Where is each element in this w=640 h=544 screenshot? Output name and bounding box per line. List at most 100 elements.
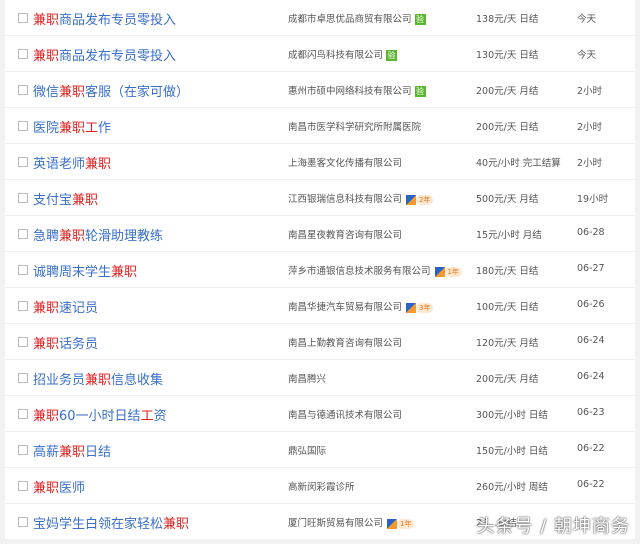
row-checkbox[interactable] <box>18 301 28 311</box>
company-text[interactable]: 南昌市医学科学研究所附属医院 <box>288 122 421 133</box>
post-time: 06-26 <box>577 299 605 310</box>
company-name: 南昌华捷汽车贸易有限公司 3年 <box>288 299 434 313</box>
row-checkbox[interactable] <box>18 517 28 527</box>
job-title-link[interactable]: 英语老师兼职 <box>33 153 111 172</box>
post-time: 19小时 <box>577 194 609 205</box>
company-text[interactable]: 萍乡市通银信息技术服务有限公司 <box>288 266 431 277</box>
row-checkbox[interactable] <box>18 481 28 491</box>
company-text[interactable]: 上海墨客文化传播有限公司 <box>288 158 402 169</box>
row-checkbox[interactable] <box>18 85 28 95</box>
company-name: 南昌腾兴 <box>288 371 326 385</box>
membership-years-badge: 1年 <box>434 266 462 277</box>
title-text: 微信 <box>33 85 60 100</box>
table-row: 英语老师兼职 上海墨客文化传播有限公司 40元/小时 完工结算 2小时 <box>5 144 635 179</box>
job-title-link[interactable]: 宝妈学生白领在家轻松兼职 <box>33 513 189 532</box>
row-checkbox[interactable] <box>18 373 28 383</box>
salary: 150元/小时 日结 <box>476 446 548 457</box>
job-title-link[interactable]: 兼职速记员 <box>33 297 98 316</box>
company-text[interactable]: 南昌华捷汽车贸易有限公司 <box>288 302 402 313</box>
company-text[interactable]: 鼎弘国际 <box>288 446 326 457</box>
membership-years-badge: 2年 <box>406 194 434 205</box>
table-row: 兼职医师 高新闵彩霞诊所 260元/小时 周结 06-22 <box>5 468 635 503</box>
job-title-link[interactable]: 支付宝兼职 <box>33 189 98 208</box>
job-title-link[interactable]: 微信兼职客服（在家可做） <box>33 81 189 100</box>
company-name: 厦门旺斯贸易有限公司 1年 <box>288 515 415 529</box>
membership-years: 3年 <box>416 302 434 313</box>
company-text[interactable]: 高新闵彩霞诊所 <box>288 482 355 493</box>
company-text[interactable]: 南昌与德通讯技术有限公司 <box>288 410 402 421</box>
job-title-link[interactable]: 兼职60一小时日结工资 <box>33 405 167 424</box>
title-text: 日结 <box>85 445 112 460</box>
membership-years-badge: 1年 <box>387 518 415 529</box>
salary: 500元/天 月结 <box>476 194 539 205</box>
table-row: 微信兼职客服（在家可做） 惠州市硕中网络科技有限公司验 200元/天 月结 2小时 <box>5 72 635 107</box>
table-row: 高薪兼职日结 鼎弘国际 150元/小时 日结 06-22 <box>5 432 635 467</box>
row-checkbox[interactable] <box>18 409 28 419</box>
job-title-link[interactable]: 诚聘周末学生兼职 <box>33 261 137 280</box>
job-title-link[interactable]: 兼职话务员 <box>33 333 98 352</box>
title-text: 商品发布专员零投入 <box>59 49 177 64</box>
table-row: 兼职速记员 南昌华捷汽车贸易有限公司 3年 100元/天 日结 06-26 <box>5 288 635 323</box>
keyword-highlight: 工 <box>140 409 154 424</box>
post-time: 2小时 <box>577 158 603 169</box>
salary: 200元/天 日结 <box>476 122 539 133</box>
keyword-highlight: 兼职 <box>85 157 112 172</box>
company-text[interactable]: 南昌星夜教育咨询有限公司 <box>288 230 402 241</box>
verified-badge-icon: 验 <box>414 86 426 97</box>
post-time: 06-27 <box>577 263 605 274</box>
company-text[interactable]: 南昌腾兴 <box>288 374 326 385</box>
keyword-highlight: 兼职 <box>33 481 60 496</box>
title-text: 支付宝 <box>33 193 73 208</box>
row-checkbox[interactable] <box>18 157 28 167</box>
table-row: 兼职话务员 南昌上勤教育咨询有限公司 120元/天 月结 06-24 <box>5 324 635 359</box>
job-title-link[interactable]: 招业务员兼职信息收集 <box>33 369 163 388</box>
keyword-highlight: 兼职 <box>72 193 99 208</box>
company-name: 成都闪鸟科技有限公司验 <box>288 47 398 61</box>
row-checkbox[interactable] <box>18 265 28 275</box>
membership-icon <box>406 194 417 205</box>
job-list: 兼职商品发布专员零投入 成都市卓思优品商贸有限公司验 138元/天 日结 今天 兼职商品… <box>5 0 635 540</box>
title-text: 60一小时日结 <box>59 409 141 424</box>
company-text[interactable]: 厦门旺斯贸易有限公司 <box>288 518 383 529</box>
post-time: 2小时 <box>577 122 603 133</box>
membership-icon <box>434 266 445 277</box>
membership-icon <box>406 302 417 313</box>
post-time: 今天 <box>577 50 597 61</box>
row-checkbox[interactable] <box>18 49 28 59</box>
job-title-link[interactable]: 高薪兼职日结 <box>33 441 111 460</box>
job-title-link[interactable]: 兼职商品发布专员零投入 <box>33 9 176 28</box>
table-row: 兼职商品发布专员零投入 成都市卓思优品商贸有限公司验 138元/天 日结 今天 <box>5 0 635 35</box>
row-checkbox[interactable] <box>18 229 28 239</box>
title-text: 医院 <box>33 121 60 136</box>
salary: 200元/天 月结 <box>476 86 539 97</box>
verified-badge-icon: 验 <box>414 14 426 25</box>
company-text[interactable]: 惠州市硕中网络科技有限公司 <box>288 86 412 97</box>
company-text[interactable]: 成都闪鸟科技有限公司 <box>288 50 383 61</box>
company-text[interactable]: 南昌上勤教育咨询有限公司 <box>288 338 402 349</box>
job-title-link[interactable]: 兼职医师 <box>33 477 85 496</box>
row-checkbox[interactable] <box>18 337 28 347</box>
keyword-highlight: 兼职 <box>111 265 138 280</box>
keyword-highlight: 兼职 <box>163 517 190 532</box>
title-text: 急聘 <box>33 229 60 244</box>
company-name: 南昌星夜教育咨询有限公司 <box>288 227 402 241</box>
verified-badge-icon: 验 <box>386 50 398 61</box>
row-checkbox[interactable] <box>18 193 28 203</box>
keyword-highlight: 兼职 <box>59 229 86 244</box>
job-title-link[interactable]: 兼职商品发布专员零投入 <box>33 45 176 64</box>
row-checkbox[interactable] <box>18 445 28 455</box>
title-text: 话务员 <box>59 337 99 352</box>
keyword-highlight: 兼职 <box>33 13 60 28</box>
company-text[interactable]: 江西银瑞信息科技有限公司 <box>288 194 402 205</box>
job-title-link[interactable]: 急聘兼职轮滑助理教练 <box>33 225 163 244</box>
table-row: 医院兼职工作 南昌市医学科学研究所附属医院 200元/天 日结 2小时 <box>5 108 635 143</box>
job-title-link[interactable]: 医院兼职工作 <box>33 117 111 136</box>
title-text: 轮滑助理教练 <box>85 229 164 244</box>
company-name: 南昌市医学科学研究所附属医院 <box>288 119 421 133</box>
title-text: 宝妈学生白领在家轻松 <box>33 517 164 532</box>
salary: 260元/小时 周结 <box>476 482 548 493</box>
row-checkbox[interactable] <box>18 121 28 131</box>
company-text[interactable]: 成都市卓思优品商贸有限公司 <box>288 14 412 25</box>
row-checkbox[interactable] <box>18 13 28 23</box>
company-name: 南昌上勤教育咨询有限公司 <box>288 335 402 349</box>
